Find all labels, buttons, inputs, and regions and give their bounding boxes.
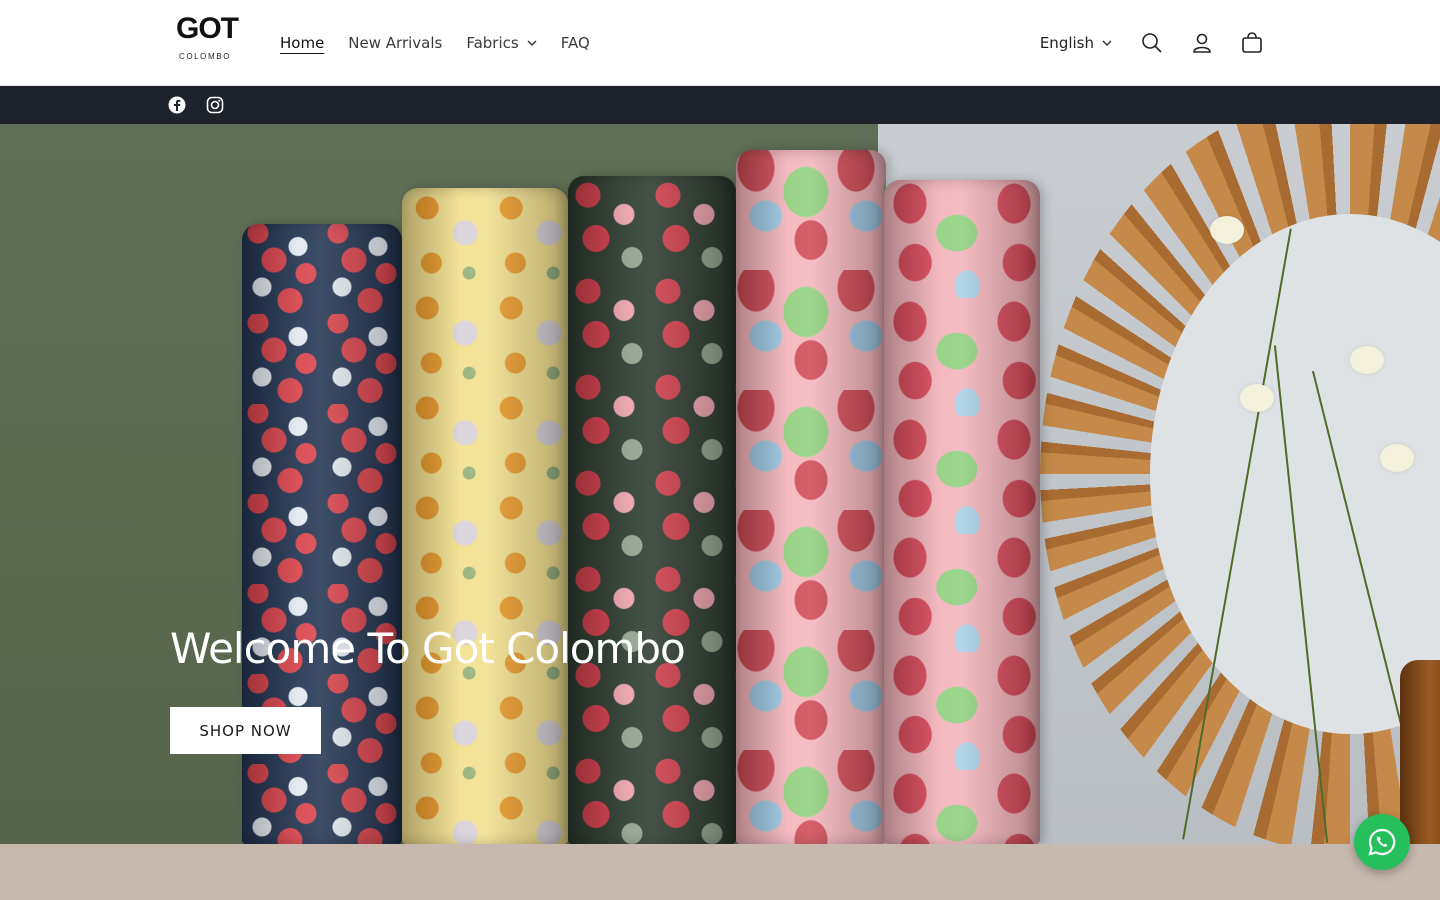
search-button[interactable] — [1130, 21, 1174, 65]
nav-item-home[interactable]: Home — [268, 34, 336, 52]
hero-banner: Welcome To Got Colombo SHOP NOW — [0, 124, 1440, 844]
header-actions: English — [1028, 0, 1274, 86]
chevron-down-icon — [527, 40, 537, 46]
nav-item-label: FAQ — [560, 34, 590, 52]
whatsapp-chat-button[interactable] — [1354, 814, 1410, 870]
facebook-link[interactable] — [168, 86, 186, 124]
language-label: English — [1039, 34, 1094, 52]
chevron-down-icon — [1102, 40, 1112, 46]
flower-bloom — [1350, 346, 1384, 374]
logo-subtitle: COLOMBO — [178, 52, 232, 61]
shop-now-button[interactable]: SHOP NOW — [170, 707, 321, 754]
cart-button[interactable] — [1230, 21, 1274, 65]
site-header: GOT COLOMBO Home New Arrivals Fabrics FA… — [0, 0, 1440, 86]
site-logo[interactable]: GOT COLOMBO — [176, 12, 239, 70]
instagram-link[interactable] — [206, 86, 224, 124]
flower-bloom — [1380, 444, 1414, 472]
logo-mark: GOT — [176, 12, 239, 45]
glass-vase-decor — [1400, 660, 1440, 844]
fabric-roll-yellow-floral — [402, 188, 568, 844]
user-icon — [1193, 33, 1211, 53]
language-selector[interactable]: English — [1028, 34, 1124, 52]
fabric-roll-pink-watercolor — [736, 150, 886, 844]
whatsapp-icon — [1368, 828, 1396, 856]
main-nav: Home New Arrivals Fabrics FAQ — [268, 0, 602, 86]
nav-item-label: Home — [280, 34, 325, 52]
facebook-icon — [168, 96, 186, 114]
nav-item-label: Fabrics — [466, 34, 519, 52]
fabric-roll-dark-rose — [568, 176, 736, 844]
nav-item-label: New Arrivals — [348, 34, 443, 52]
nav-item-faq[interactable]: FAQ — [549, 34, 602, 52]
bag-icon — [1242, 32, 1262, 53]
search-icon — [1142, 33, 1162, 53]
flower-bloom — [1240, 384, 1274, 412]
fabric-roll-pink-brushstroke — [884, 180, 1040, 844]
account-button[interactable] — [1180, 21, 1224, 65]
nav-item-fabrics[interactable]: Fabrics — [454, 34, 548, 52]
instagram-icon — [206, 96, 224, 114]
social-bar — [0, 86, 1440, 124]
flower-bloom — [1210, 216, 1244, 244]
hero-title: Welcome To Got Colombo — [170, 624, 686, 673]
nav-item-new-arrivals[interactable]: New Arrivals — [336, 34, 454, 52]
